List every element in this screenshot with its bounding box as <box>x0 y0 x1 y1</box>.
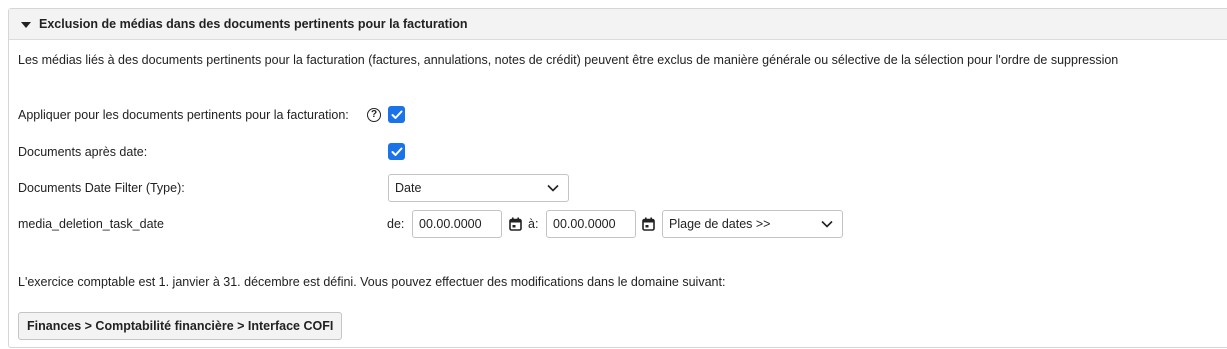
panel-description: Les médias liés à des documents pertinen… <box>18 53 1119 67</box>
panel-header[interactable]: Exclusion de médias dans des documents p… <box>9 9 1227 40</box>
fiscal-year-info: L'exercice comptable est 1. janvier à 31… <box>18 275 726 289</box>
date-range-select[interactable]: Plage de dates >> <box>662 210 843 238</box>
panel-title: Exclusion de médias dans des documents p… <box>39 17 468 31</box>
apply-checkbox[interactable] <box>388 106 405 123</box>
check-icon <box>391 110 402 119</box>
to-label: à: <box>528 217 539 231</box>
filter-type-value: Date <box>395 181 422 195</box>
apply-label: Appliquer pour les documents pertinents … <box>18 108 349 122</box>
help-icon[interactable]: ? <box>367 108 381 122</box>
to-date-input[interactable]: 00.00.0000 <box>546 210 636 238</box>
calendar-icon[interactable] <box>509 217 522 231</box>
filter-type-label: Documents Date Filter (Type): <box>18 181 185 195</box>
caret-down-icon[interactable] <box>21 21 31 28</box>
calendar-icon[interactable] <box>642 217 655 231</box>
date-range-value: Plage de dates >> <box>669 217 771 231</box>
from-label: de: <box>387 217 405 231</box>
task-date-label: media_deletion_task_date <box>18 217 164 231</box>
chevron-down-icon <box>821 220 833 228</box>
cofi-interface-button[interactable]: Finances > Comptabilité financière > Int… <box>18 312 343 340</box>
billing-exclusion-panel: Exclusion de médias dans des documents p… <box>8 8 1227 348</box>
chevron-down-icon <box>547 184 559 192</box>
filter-type-select[interactable]: Date <box>388 174 569 202</box>
after-date-label: Documents après date: <box>18 145 148 159</box>
after-date-checkbox[interactable] <box>388 143 405 160</box>
from-date-input[interactable]: 00.00.0000 <box>412 210 502 238</box>
check-icon <box>391 147 402 156</box>
